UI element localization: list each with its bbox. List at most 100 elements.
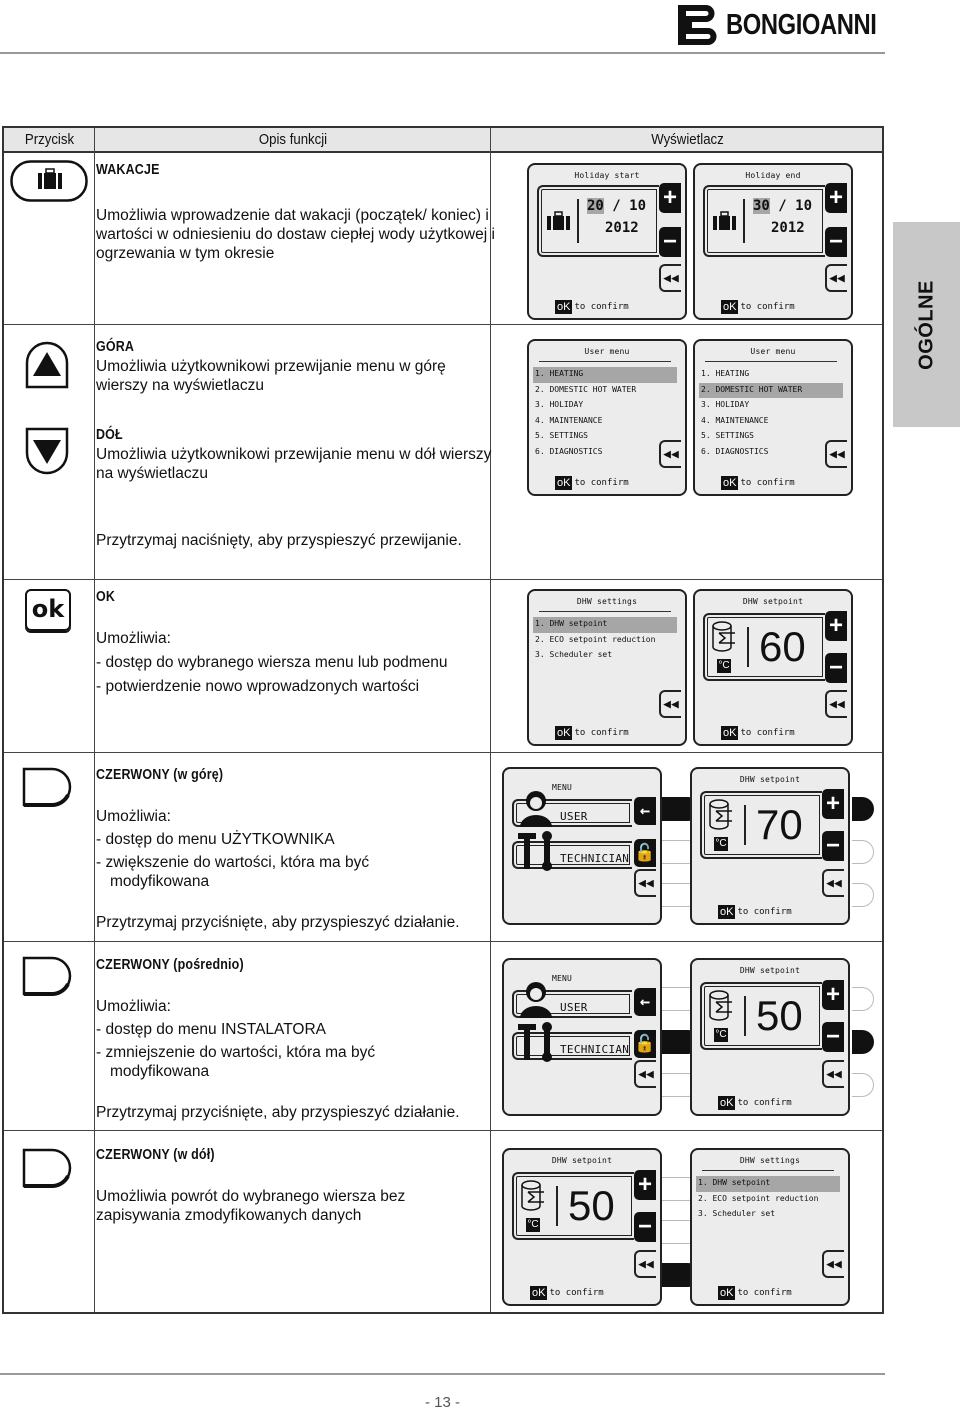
plus-button[interactable]: + <box>634 1170 656 1200</box>
menu-item[interactable]: 1. HEATING <box>533 367 677 383</box>
header-divider <box>0 52 885 54</box>
confirm-text: to confirm <box>737 1098 792 1108</box>
menu-item[interactable]: 2. DOMESTIC HOT WATER <box>533 383 677 399</box>
plus-button[interactable]: + <box>822 980 844 1010</box>
red-down-title: CZERWONY (w dół) <box>96 1147 215 1163</box>
plus-button[interactable]: + <box>825 183 847 213</box>
holiday-text: Umożliwia wprowadzenie dat wakacji (pocz… <box>96 207 495 262</box>
menu-item[interactable]: 5. SETTINGS <box>699 429 843 445</box>
rewind-icon: ◀◀ <box>826 1066 842 1082</box>
lock-button[interactable]: 🔓 <box>634 839 656 867</box>
column-divider <box>490 128 491 1312</box>
rewind-icon: ◀◀ <box>826 1256 842 1272</box>
minus-button[interactable]: − <box>634 1212 656 1242</box>
red-middle-hold-text: Przytrzymaj przyciśnięte, aby przyspiesz… <box>96 1104 460 1121</box>
title-rule <box>705 361 837 362</box>
brand-name: BONGIOANNI <box>726 8 877 41</box>
red-down-button[interactable] <box>22 1148 74 1190</box>
ok-confirm-hint: oK to confirm <box>718 1096 792 1110</box>
back-button[interactable]: ◀◀ <box>659 440 681 468</box>
up-button[interactable] <box>24 340 70 390</box>
plus-button[interactable]: + <box>659 183 681 213</box>
section-tab-label: OGÓLNE <box>915 279 937 370</box>
screen-title: MENU <box>551 783 573 792</box>
red-up-button[interactable] <box>22 767 74 809</box>
menu-item[interactable]: 2. DOMESTIC HOT WATER <box>699 382 843 398</box>
back-arrow-button[interactable]: ← <box>634 797 656 825</box>
minus-button[interactable]: − <box>659 227 681 257</box>
menu-item[interactable]: 4. MAINTENANCE <box>699 414 843 430</box>
menu-list: 1. HEATING 2. DOMESTIC HOT WATER 3. HOLIDA… <box>699 367 843 460</box>
rewind-icon: ◀◀ <box>829 446 845 462</box>
back-button[interactable]: ◀◀ <box>659 690 681 718</box>
minus-button[interactable]: − <box>825 653 847 683</box>
ok-bullet: - dostęp do wybranego wiersza menu lub p… <box>96 654 448 671</box>
menu-item[interactable]: 3. HOLIDAY <box>699 398 843 414</box>
menu-user[interactable]: USER <box>512 791 632 827</box>
menu-item[interactable]: 1. DHW setpoint <box>533 617 677 633</box>
back-button[interactable]: ◀◀ <box>822 1060 844 1088</box>
screen-title: Holiday end <box>745 171 801 180</box>
title-rule <box>539 361 671 362</box>
menu-user[interactable]: USER <box>512 982 632 1018</box>
page-number: - 13 - <box>424 1394 460 1411</box>
back-arrow-button[interactable]: ← <box>634 988 656 1016</box>
menu-item[interactable]: 1. HEATING <box>699 367 843 383</box>
menu-item[interactable]: 3. HOLIDAY <box>533 398 677 414</box>
back-button[interactable]: ◀◀ <box>825 264 847 292</box>
ok-title: OK <box>96 589 116 605</box>
screen-dhw-setpoint-back: DHW setpoint °C 50 + − ◀◀ oK to confirm <box>502 1148 662 1306</box>
back-button[interactable]: ◀◀ <box>822 869 844 897</box>
separator <box>744 996 746 1036</box>
confirm-text: to confirm <box>737 1288 792 1298</box>
footer-divider <box>0 1373 885 1375</box>
title-rule <box>702 1170 834 1171</box>
menu-item[interactable]: 5. SETTINGS <box>533 429 677 445</box>
day-value[interactable]: 20 <box>587 198 604 214</box>
back-button[interactable]: ◀◀ <box>634 1250 656 1278</box>
lock-button[interactable]: 🔓 <box>634 1030 656 1058</box>
menu-item[interactable]: 2. ECO setpoint reduction <box>533 633 677 649</box>
menu-item[interactable]: 3. Scheduler set <box>533 648 677 664</box>
minus-button[interactable]: − <box>825 227 847 257</box>
dhw-tank-icon <box>712 621 735 652</box>
dhw-tank-icon <box>709 799 732 830</box>
separator <box>747 627 749 667</box>
menu-item[interactable]: 4. MAINTENANCE <box>533 414 677 430</box>
day-value[interactable]: 30 <box>753 198 770 214</box>
menu-item[interactable]: 2. ECO setpoint reduction <box>696 1192 840 1208</box>
red-up-hold-text: Przytrzymaj przyciśnięte, aby przyspiesz… <box>96 914 460 931</box>
menu-item[interactable]: 6. DIAGNOSTICS <box>699 445 843 461</box>
back-button[interactable]: ◀◀ <box>634 1060 656 1088</box>
screen-main-menu-user: MENU USER ← TECHNICIAN 🔓 ◀◀ <box>502 767 662 925</box>
red-middle-description: CZERWONY (pośrednio) Umożliwia: - dostęp… <box>96 955 496 1122</box>
ok-button[interactable]: ok <box>25 589 71 631</box>
column-divider <box>94 128 95 1312</box>
up-title: GÓRA <box>96 339 135 355</box>
holiday-date: 20 / 10 2012 <box>587 198 647 236</box>
menu-technician[interactable]: TECHNICIAN <box>512 1022 632 1062</box>
suitcase-icon <box>547 211 570 230</box>
menu-item[interactable]: 1. DHW setpoint <box>696 1176 840 1192</box>
down-text: Umożliwia użytkownikowi przewijanie menu… <box>96 446 492 482</box>
red-middle-button[interactable] <box>22 956 74 998</box>
menu-technician[interactable]: TECHNICIAN <box>512 831 632 871</box>
col-header-button: Przycisk <box>24 131 75 148</box>
screen-title: DHW setpoint <box>551 1156 613 1165</box>
red-down-text: Umożliwia powrót do wybranego wiersza be… <box>96 1188 406 1224</box>
plus-button[interactable]: + <box>825 611 847 641</box>
minus-button[interactable]: − <box>822 1022 844 1052</box>
ok-confirm-hint: oK to confirm <box>718 905 792 919</box>
back-button[interactable]: ◀◀ <box>825 690 847 718</box>
back-button[interactable]: ◀◀ <box>659 264 681 292</box>
menu-item[interactable]: 3. Scheduler set <box>696 1207 840 1223</box>
holiday-button[interactable] <box>10 160 88 202</box>
back-button[interactable]: ◀◀ <box>825 440 847 468</box>
back-button[interactable]: ◀◀ <box>822 1250 844 1278</box>
back-button[interactable]: ◀◀ <box>634 869 656 897</box>
down-button[interactable] <box>24 426 70 476</box>
plus-button[interactable]: + <box>822 789 844 819</box>
minus-button[interactable]: − <box>822 831 844 861</box>
menu-item[interactable]: 6. DIAGNOSTICS <box>533 445 677 461</box>
menu-technician-label: TECHNICIAN <box>560 852 630 865</box>
